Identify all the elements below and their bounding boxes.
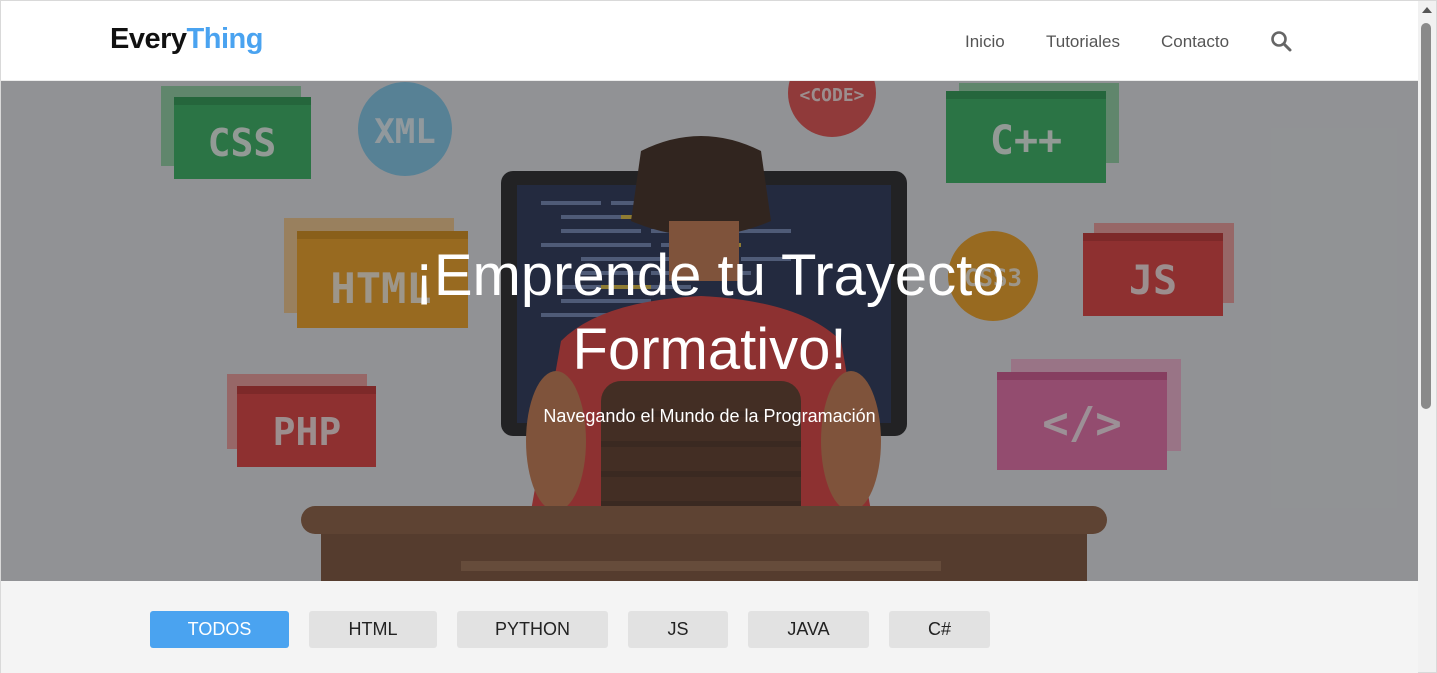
scroll-up-arrow-icon[interactable] [1422, 7, 1432, 13]
nav-tutoriales[interactable]: Tutoriales [1046, 32, 1120, 52]
hero-title-line1: ¡Emprende tu Trayecto [414, 243, 1005, 308]
scrollbar-thumb[interactable] [1421, 23, 1431, 409]
filter-python-button[interactable]: PYTHON [457, 611, 608, 648]
nav-inicio[interactable]: Inicio [965, 32, 1005, 52]
nav-contacto[interactable]: Contacto [1161, 32, 1229, 52]
hero-subtitle: Navegando el Mundo de la Programación [543, 406, 876, 426]
category-filters: TODOS HTML PYTHON JS JAVA C# [1, 581, 1418, 673]
search-icon[interactable] [1269, 29, 1293, 53]
logo-thing: Thing [186, 23, 264, 55]
site-logo[interactable]: EveryThing [110, 23, 263, 56]
filter-todos-button[interactable]: TODOS [150, 611, 289, 648]
hero-title: ¡Emprende tu Trayecto Formativo! [1, 239, 1418, 387]
filter-java-button[interactable]: JAVA [748, 611, 869, 648]
filter-html-button[interactable]: HTML [309, 611, 437, 648]
vertical-scrollbar[interactable] [1418, 1, 1436, 672]
site-header: EveryThing Inicio Tutoriales Contacto [1, 1, 1418, 81]
filter-js-button[interactable]: JS [628, 611, 728, 648]
hero-title-line2: Formativo! [572, 317, 847, 382]
filter-csharp-button[interactable]: C# [889, 611, 990, 648]
hero-banner: CSS XML <CODE> C++ HTML CSS3 JS PHP </> … [1, 81, 1418, 581]
logo-every: Every [110, 23, 187, 55]
